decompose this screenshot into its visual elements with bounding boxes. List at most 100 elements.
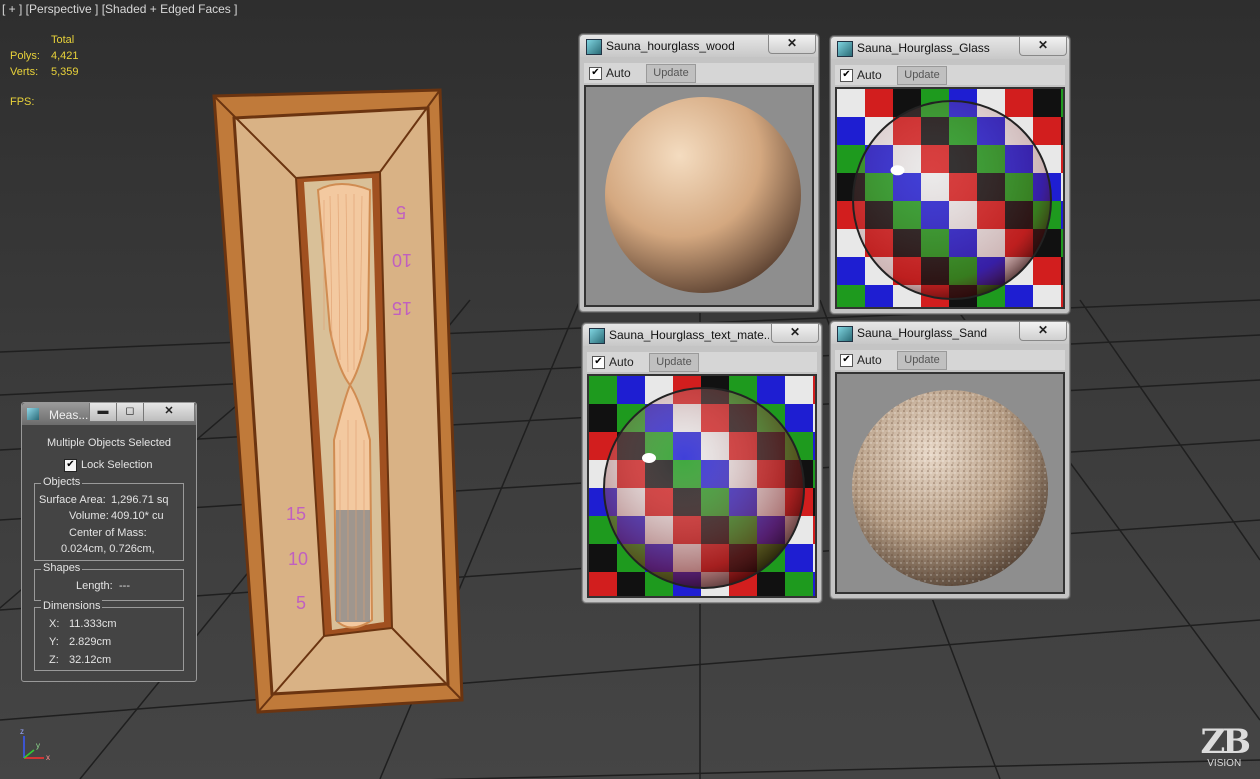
dimension-x-value: 11.333cm: [69, 618, 117, 630]
frame-number: 10: [288, 549, 308, 569]
material-window-wood[interactable]: Sauna_hourglass_wood ✕ ✔ Auto Update: [579, 34, 819, 312]
close-button[interactable]: ✕: [1019, 322, 1067, 341]
window-titlebar[interactable]: Sauna_Hourglass_Sand ✕: [831, 322, 1069, 344]
window-titlebar[interactable]: Sauna_Hourglass_text_mate... ✕: [583, 324, 821, 346]
dimension-z-label: Z:: [49, 654, 59, 666]
checker-tile: [617, 376, 645, 404]
close-button[interactable]: ✕: [1019, 37, 1067, 56]
update-button[interactable]: Update: [646, 64, 696, 83]
auto-checkbox[interactable]: ✔: [840, 69, 853, 82]
verts-value: 5,359: [51, 66, 79, 78]
hourglass-frame-model: [212, 88, 464, 714]
viewport-label[interactable]: [ + ] [Perspective ] [Shaded + Edged Fac…: [2, 2, 237, 16]
checker-tile: [589, 572, 617, 596]
checker-tile: [813, 488, 815, 516]
checker-tile: [785, 404, 813, 432]
lock-selection-label: Lock Selection: [81, 459, 153, 471]
polys-label: Polys:: [10, 50, 40, 62]
window-title: Sauna_Hourglass_Glass: [857, 41, 990, 55]
wood-sphere: [605, 97, 801, 293]
objects-group: Objects Surface Area: 1,296.71 sq Volume…: [34, 476, 184, 561]
sand-sphere: [852, 390, 1048, 586]
update-button[interactable]: Update: [897, 351, 947, 370]
restore-button[interactable]: ◻: [116, 403, 144, 422]
material-window-text[interactable]: Sauna_Hourglass_text_mate... ✕ ✔ Auto Up…: [582, 323, 822, 603]
checker-tile: [1033, 285, 1061, 307]
auto-label: Auto: [857, 68, 882, 82]
axis-x-label: x: [46, 753, 50, 762]
checker-tile: [813, 544, 815, 572]
material-icon: [837, 326, 853, 342]
checker-tile: [813, 404, 815, 432]
material-sphere: [603, 387, 805, 589]
length-value: ---: [119, 580, 130, 592]
shapes-group: Shapes Length: ---: [34, 562, 184, 601]
dimensions-group-title: Dimensions: [41, 600, 103, 612]
auto-checkbox[interactable]: ✔: [840, 354, 853, 367]
checker-tile: [813, 516, 815, 544]
preview-toolbar: ✔ Auto Update: [587, 352, 817, 372]
close-button[interactable]: ✕: [143, 403, 195, 422]
material-window-sand[interactable]: Sauna_Hourglass_Sand ✕ ✔ Auto Update: [830, 321, 1070, 599]
checker-tile: [589, 544, 617, 572]
auto-label: Auto: [857, 353, 882, 367]
preview-toolbar: ✔ Auto Update: [584, 63, 814, 83]
axis-gizmo: z x y: [20, 727, 50, 762]
axis-z-label: z: [20, 727, 24, 736]
material-icon: [589, 328, 605, 344]
stats-header: Total: [51, 34, 75, 46]
checker-tile: [1061, 285, 1063, 307]
objects-group-title: Objects: [41, 476, 83, 488]
dimension-z-value: 32.12cm: [69, 654, 112, 666]
measure-icon: [27, 408, 39, 420]
auto-checkbox[interactable]: ✔: [592, 356, 605, 369]
specular-highlight: [642, 453, 656, 463]
glass-sphere: [837, 89, 1063, 307]
watermark-logo: ZB: [1200, 722, 1251, 762]
checker-tile: [837, 117, 865, 145]
material-icon: [837, 41, 853, 57]
selection-header: Multiple Objects Selected: [46, 437, 172, 449]
update-button[interactable]: Update: [649, 353, 699, 372]
frame-number: 5: [296, 593, 306, 613]
dimension-x-label: X:: [49, 618, 60, 630]
checker-tile: [1061, 257, 1063, 285]
material-window-glass[interactable]: Sauna_Hourglass_Glass ✕ ✔ Auto Update: [830, 36, 1070, 314]
auto-label: Auto: [609, 355, 634, 369]
auto-checkbox[interactable]: ✔: [589, 67, 602, 80]
checker-tile: [785, 572, 813, 596]
material-preview: [835, 372, 1065, 594]
checker-tile: [837, 89, 865, 117]
frame-number: 10: [392, 250, 412, 270]
checker-tile: [1061, 229, 1063, 257]
checker-tile: [1061, 117, 1063, 145]
close-button[interactable]: ✕: [771, 324, 819, 343]
checker-tile: [589, 376, 617, 404]
lock-selection-checkbox[interactable]: ✔: [64, 459, 77, 472]
checker-tile: [813, 460, 815, 488]
length-label: Length:: [76, 580, 113, 592]
checker-tile: [1005, 285, 1033, 307]
watermark-text: VISION: [1207, 758, 1242, 769]
frame-number: 5: [396, 202, 406, 222]
material-icon: [586, 39, 602, 55]
window-titlebar[interactable]: Sauna_hourglass_wood ✕: [580, 35, 818, 57]
dimension-y-label: Y:: [49, 636, 59, 648]
checker-tile: [1061, 201, 1063, 229]
window-title: Sauna_hourglass_wood: [606, 39, 735, 53]
window-titlebar[interactable]: Sauna_Hourglass_Glass ✕: [831, 37, 1069, 59]
checker-tile: [813, 432, 815, 460]
measure-titlebar[interactable]: Meas... ▬ ◻ ✕: [22, 403, 196, 425]
close-button[interactable]: ✕: [768, 35, 816, 54]
measure-dialog[interactable]: Meas... ▬ ◻ ✕ Multiple Objects Selected …: [21, 402, 197, 682]
surface-area-value: 1,296.71 sq: [111, 494, 169, 506]
volume-label: Volume:: [69, 510, 109, 522]
minimize-button[interactable]: ▬: [89, 403, 117, 422]
update-button[interactable]: Update: [897, 66, 947, 85]
frame-number: 15: [392, 298, 412, 318]
checker-tile: [1033, 117, 1061, 145]
preview-toolbar: ✔ Auto Update: [835, 350, 1065, 370]
checker-tile: [1033, 89, 1061, 117]
checker-tile: [785, 376, 813, 404]
specular-highlight: [890, 165, 905, 176]
